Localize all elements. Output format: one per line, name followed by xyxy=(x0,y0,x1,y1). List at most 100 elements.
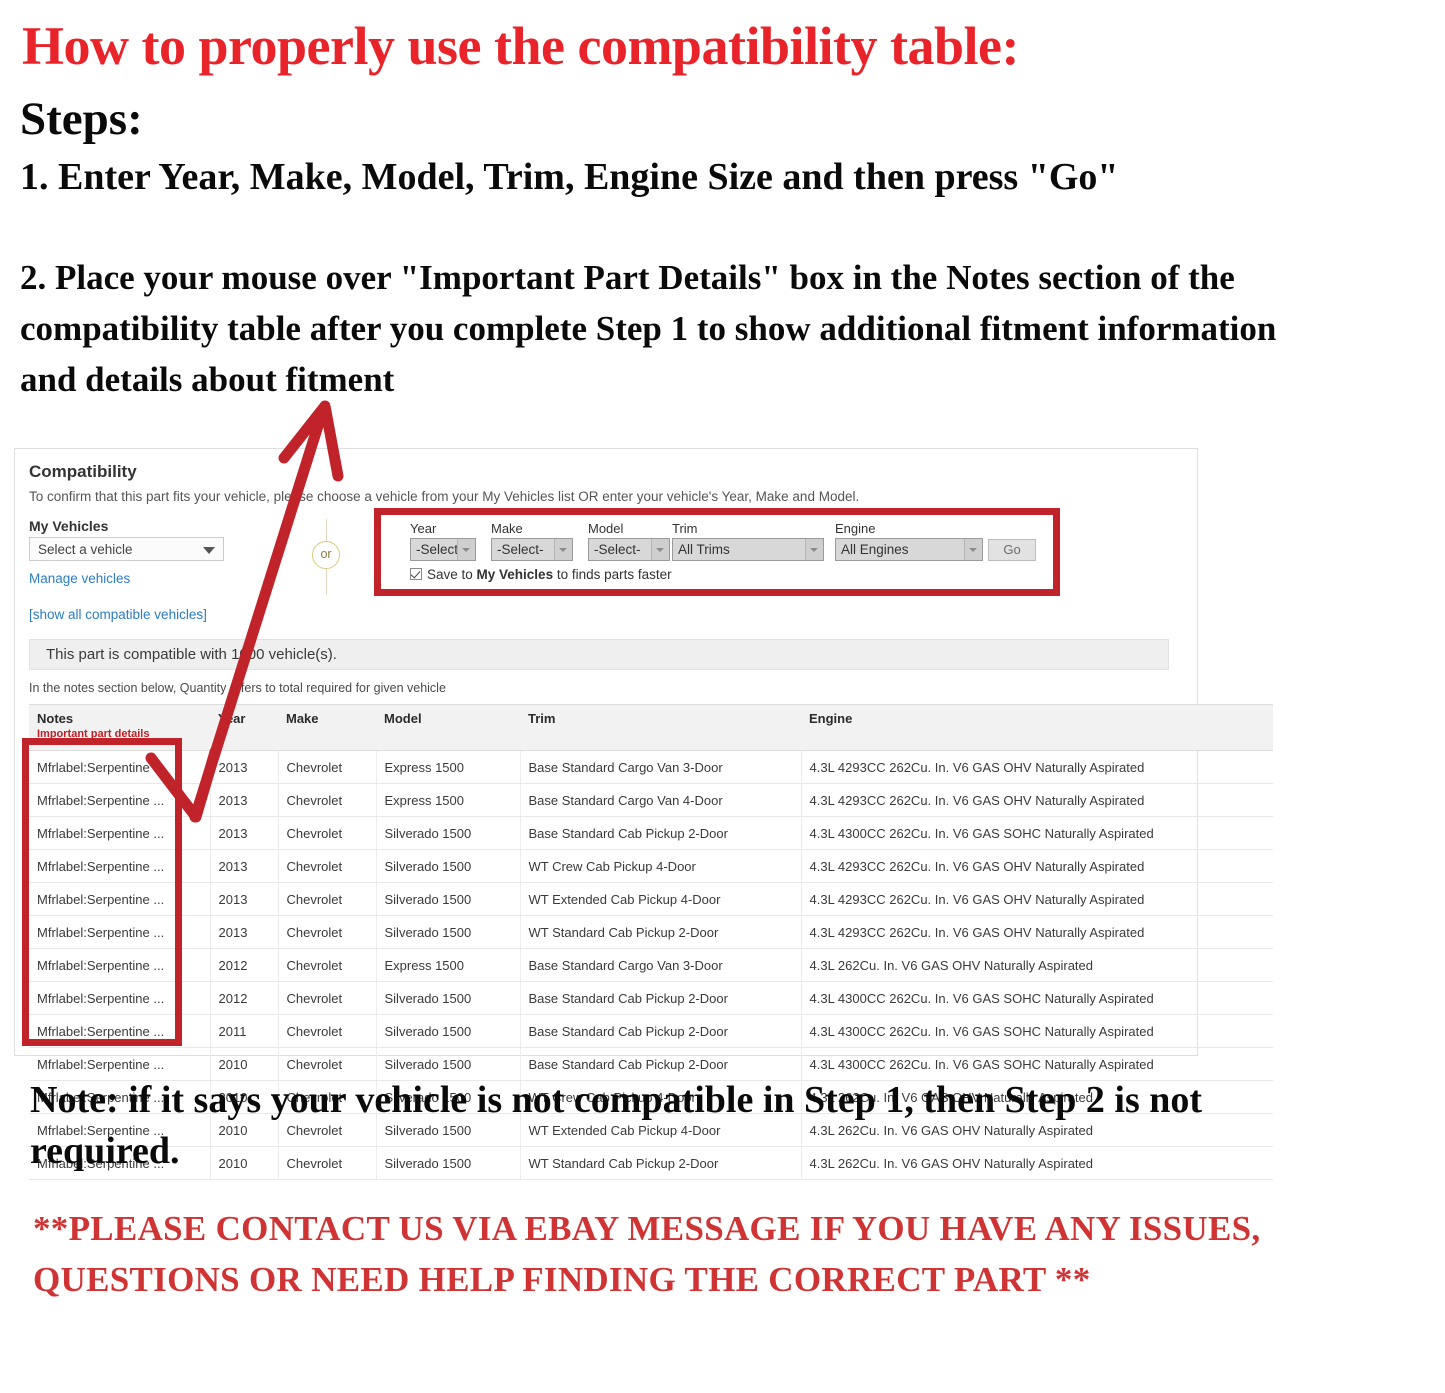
cell-trim: Base Standard Cab Pickup 2-Door xyxy=(520,981,802,1015)
cell-notes: Mfrlabel:Serpentine ... xyxy=(29,750,211,784)
cell-engine: 4.3L 4293CC 262Cu. In. V6 GAS OHV Natura… xyxy=(801,915,1273,949)
header-trim: Trim xyxy=(520,704,801,751)
manage-vehicles-link[interactable]: Manage vehicles xyxy=(29,571,130,586)
field-engine: Engine All Engines xyxy=(835,521,983,561)
table-row[interactable]: Mfrlabel:Serpentine ... 2011 Chevrolet Silv… xyxy=(29,1014,1273,1048)
cell-year: 2013 xyxy=(210,882,279,916)
cell-trim: Base Standard Cargo Van 3-Door xyxy=(520,948,802,982)
vehicle-select[interactable]: Select a vehicle xyxy=(29,537,224,561)
cell-notes: Mfrlabel:Serpentine ... xyxy=(29,882,211,916)
year-select[interactable]: -Select- xyxy=(410,538,476,561)
cell-make: Chevrolet xyxy=(278,750,377,784)
cell-engine: 4.3L 4293CC 262Cu. In. V6 GAS OHV Natura… xyxy=(801,783,1273,817)
or-badge: or xyxy=(312,541,340,569)
cell-model: Silverado 1500 xyxy=(376,882,521,916)
trim-label: Trim xyxy=(672,521,698,536)
model-select-value: -Select- xyxy=(594,542,641,557)
trim-select[interactable]: All Trims xyxy=(672,538,824,561)
header-year: Year xyxy=(210,704,278,751)
cell-engine: 4.3L 4293CC 262Cu. In. V6 GAS OHV Natura… xyxy=(801,849,1273,883)
chevron-down-icon xyxy=(964,539,982,560)
cell-notes: Mfrlabel:Serpentine ... xyxy=(29,981,211,1015)
go-button[interactable]: Go xyxy=(988,539,1036,561)
cell-model: Express 1500 xyxy=(376,783,521,817)
save-suffix-text: to finds parts faster xyxy=(553,567,672,582)
compatibility-title: Compatibility xyxy=(29,462,137,481)
cell-notes: Mfrlabel:Serpentine ... xyxy=(29,915,211,949)
header-notes-label: Notes xyxy=(37,711,74,726)
table-header-row: Notes Important part details Year Make M… xyxy=(29,704,1273,751)
header-notes: Notes Important part details xyxy=(29,704,210,751)
compatibility-subtitle: To confirm that this part fits your vehi… xyxy=(29,489,860,504)
or-label: or xyxy=(320,547,332,561)
cell-make: Chevrolet xyxy=(278,882,377,916)
table-row[interactable]: Mfrlabel:Serpentine ... 2013 Chevrolet Silv… xyxy=(29,882,1273,916)
show-all-compatible-vehicles-link[interactable]: [show all compatible vehicles] xyxy=(29,607,207,622)
steps-label: Steps: xyxy=(20,93,143,145)
make-select[interactable]: -Select- xyxy=(491,538,573,561)
field-make: Make -Select- xyxy=(491,521,573,561)
cell-notes: Mfrlabel:Serpentine ... xyxy=(29,948,211,982)
cell-trim: WT Crew Cab Pickup 4-Door xyxy=(520,849,802,883)
my-vehicles-label: My Vehicles xyxy=(29,518,109,534)
cell-notes: Mfrlabel:Serpentine ... xyxy=(29,1014,211,1048)
year-select-value: -Select- xyxy=(416,542,463,557)
cell-make: Chevrolet xyxy=(278,816,377,850)
make-select-value: -Select- xyxy=(497,542,544,557)
cell-year: 2013 xyxy=(210,816,279,850)
table-row[interactable]: Mfrlabel:Serpentine ... 2012 Chevrolet Silv… xyxy=(29,981,1273,1015)
save-bold-text: My Vehicles xyxy=(476,567,554,582)
table-row[interactable]: Mfrlabel:Serpentine ... 2012 Chevrolet Expr… xyxy=(29,948,1273,982)
cell-trim: WT Standard Cab Pickup 2-Door xyxy=(520,915,802,949)
cell-trim: Base Standard Cab Pickup 2-Door xyxy=(520,1014,802,1048)
cell-model: Silverado 1500 xyxy=(376,981,521,1015)
cell-model: Silverado 1500 xyxy=(376,816,521,850)
engine-select-value: All Engines xyxy=(841,542,909,557)
note-step-text: Note: if it says your vehicle is not com… xyxy=(30,1079,1203,1173)
notes-quantity-hint: In the notes section below, Quantity ref… xyxy=(29,681,446,695)
or-separator: or xyxy=(305,519,349,595)
save-to-my-vehicles-row[interactable]: Save to My Vehicles to finds parts faste… xyxy=(410,567,672,582)
chevron-down-icon xyxy=(457,539,475,560)
model-label: Model xyxy=(588,521,624,536)
header-engine: Engine xyxy=(801,704,1273,751)
cell-notes: Mfrlabel:Serpentine ... xyxy=(29,849,211,883)
cell-year: 2012 xyxy=(210,981,279,1015)
cell-trim: Base Standard Cargo Van 3-Door xyxy=(520,750,802,784)
cell-engine: 4.3L 4300CC 262Cu. In. V6 GAS SOHC Natur… xyxy=(801,1014,1273,1048)
cell-year: 2012 xyxy=(210,948,279,982)
cell-engine: 4.3L 4293CC 262Cu. In. V6 GAS OHV Natura… xyxy=(801,882,1273,916)
header-important-part-details[interactable]: Important part details xyxy=(37,728,202,740)
chevron-down-icon xyxy=(651,539,669,560)
table-row[interactable]: Mfrlabel:Serpentine ... 2013 Chevrolet Expr… xyxy=(29,750,1273,784)
save-to-my-vehicles-checkbox[interactable] xyxy=(410,568,422,580)
chevron-down-icon xyxy=(203,547,215,554)
table-row[interactable]: Mfrlabel:Serpentine ... 2013 Chevrolet Silv… xyxy=(29,915,1273,949)
table-row[interactable]: Mfrlabel:Serpentine ... 2013 Chevrolet Expr… xyxy=(29,783,1273,817)
engine-label: Engine xyxy=(835,521,876,536)
cell-engine: 4.3L 262Cu. In. V6 GAS OHV Naturally Asp… xyxy=(801,948,1273,982)
cell-model: Express 1500 xyxy=(376,750,521,784)
model-select[interactable]: -Select- xyxy=(588,538,670,561)
year-label: Year xyxy=(410,521,437,536)
cell-trim: Base Standard Cargo Van 4-Door xyxy=(520,783,802,817)
table-row[interactable]: Mfrlabel:Serpentine ... 2013 Chevrolet Silv… xyxy=(29,816,1273,850)
cell-year: 2013 xyxy=(210,750,279,784)
step-1-text: 1. Enter Year, Make, Model, Trim, Engine… xyxy=(20,156,1119,198)
cell-model: Express 1500 xyxy=(376,948,521,982)
cell-make: Chevrolet xyxy=(278,981,377,1015)
compatibility-result-banner: This part is compatible with 1000 vehicl… xyxy=(29,639,1169,670)
cell-year: 2013 xyxy=(210,849,279,883)
compatibility-result-text: This part is compatible with 1000 vehicl… xyxy=(46,646,337,663)
cell-model: Silverado 1500 xyxy=(376,849,521,883)
cell-make: Chevrolet xyxy=(278,948,377,982)
cell-make: Chevrolet xyxy=(278,783,377,817)
field-model: Model -Select- xyxy=(588,521,670,561)
vehicle-select-value: Select a vehicle xyxy=(38,542,133,557)
cell-trim: WT Extended Cab Pickup 4-Door xyxy=(520,882,802,916)
table-row[interactable]: Mfrlabel:Serpentine ... 2013 Chevrolet Silv… xyxy=(29,849,1273,883)
engine-select[interactable]: All Engines xyxy=(835,538,983,561)
step-2-text: 2. Place your mouse over "Important Part… xyxy=(20,258,1277,399)
cell-year: 2011 xyxy=(210,1014,279,1048)
field-trim: Trim All Trims xyxy=(672,521,824,561)
